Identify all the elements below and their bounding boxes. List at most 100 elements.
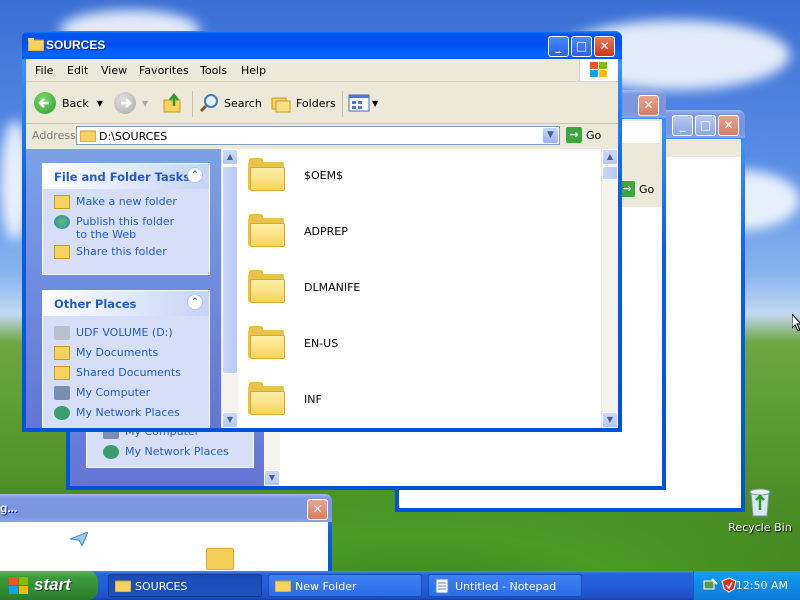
scroll-down-arrow[interactable]: ▼ — [222, 412, 238, 428]
tasks-panel-header[interactable]: File and Folder Tasks ⌃ — [43, 164, 209, 189]
folders-button[interactable]: Folders — [270, 91, 336, 115]
close-button[interactable]: ✕ — [718, 115, 739, 136]
windows-logo — [579, 59, 618, 81]
address-value: D:\SOURCES — [99, 130, 168, 143]
taskbar-button-notepad[interactable]: Untitled - Notepad — [428, 574, 582, 597]
taskbar-button-sources[interactable]: SOURCES — [108, 574, 262, 597]
share-folder-icon — [54, 245, 70, 259]
task-pane: File and Folder Tasks ⌃ Make a new folde… — [26, 149, 238, 428]
task-make-new-folder[interactable]: Make a new folder — [54, 195, 177, 209]
network-tray-icon[interactable] — [702, 577, 718, 593]
folder-icon — [115, 580, 131, 592]
folder-title-icon — [28, 38, 44, 51]
folder-item[interactable]: DLMANIFE — [248, 267, 360, 307]
scroll-up-arrow[interactable]: ▲ — [602, 149, 618, 165]
address-input[interactable]: D:\SOURCES ▼ — [76, 126, 560, 145]
security-shield-icon[interactable] — [721, 577, 737, 593]
documents-folder-icon — [54, 346, 70, 360]
close-button[interactable]: ✕ — [307, 499, 328, 520]
middle-window-logo-area — [620, 121, 660, 143]
go-button[interactable]: → Go — [566, 127, 601, 143]
places-item-network[interactable]: My Network Places — [103, 445, 229, 459]
task-publish-folder[interactable]: Publish this folder to the Web — [54, 215, 194, 241]
toolbar: Back ▼ ▼ Search Folders ▼ — [26, 83, 618, 124]
maximize-button[interactable]: □ — [571, 36, 592, 57]
task-pane-scrollbar[interactable]: ▲ ▼ — [221, 149, 238, 428]
up-folder-button[interactable] — [162, 91, 184, 115]
scroll-thumb[interactable] — [222, 166, 238, 374]
places-item-udf-volume[interactable]: UDF VOLUME (D:) — [54, 326, 173, 340]
places-item-my-documents[interactable]: My Documents — [54, 346, 158, 360]
main-window[interactable]: SOURCES _ □ ✕ File Edit View Favorites T… — [22, 31, 622, 432]
file-folder-tasks-panel: File and Folder Tasks ⌃ Make a new folde… — [42, 163, 210, 275]
bottom-window-titlebar[interactable]: g... — [0, 494, 332, 522]
up-folder-icon — [163, 92, 181, 113]
clock[interactable]: 12:50 AM — [736, 579, 788, 592]
recycle-bin-icon — [749, 488, 771, 517]
places-item-my-network-places[interactable]: My Network Places — [54, 406, 180, 420]
scroll-up-arrow[interactable]: ▲ — [222, 149, 238, 165]
folder-item[interactable]: INF — [248, 379, 322, 419]
menu-edit[interactable]: Edit — [67, 64, 88, 77]
collapse-chevron-icon[interactable]: ⌃ — [187, 167, 203, 183]
folder-content-pane: $OEM$ ADPREP DLMANIFE EN-US INF — [238, 149, 602, 428]
menu-tools[interactable]: Tools — [200, 64, 227, 77]
forward-arrow-icon — [114, 92, 136, 114]
close-button[interactable]: ✕ — [638, 95, 659, 116]
other-places-panel: Other Places ⌃ UDF VOLUME (D:) My Docume… — [42, 290, 210, 428]
folder-icon — [206, 548, 234, 570]
toolbar-separator — [342, 91, 343, 117]
folder-icon — [248, 382, 286, 416]
folders-icon — [271, 97, 291, 113]
collapse-chevron-icon[interactable]: ⌃ — [187, 294, 203, 310]
scroll-thumb[interactable] — [602, 166, 618, 180]
scroll-down-arrow[interactable]: ▼ — [264, 470, 280, 486]
menu-help[interactable]: Help — [241, 64, 266, 77]
new-folder-icon — [54, 195, 70, 209]
publish-web-icon — [54, 215, 70, 229]
views-button[interactable]: ▼ — [348, 91, 378, 115]
places-item-my-computer[interactable]: My Computer — [54, 386, 150, 400]
folder-item[interactable]: EN-US — [248, 323, 338, 363]
scroll-down-arrow[interactable]: ▼ — [602, 412, 618, 428]
places-item-shared-documents[interactable]: Shared Documents — [54, 366, 181, 380]
menu-favorites[interactable]: Favorites — [139, 64, 189, 77]
menu-view[interactable]: View — [101, 64, 127, 77]
back-dropdown-icon[interactable]: ▼ — [97, 99, 103, 108]
computer-icon — [54, 386, 70, 400]
views-icon — [348, 94, 370, 112]
minimize-button[interactable]: _ — [548, 36, 569, 57]
drive-icon — [54, 326, 70, 340]
views-dropdown-icon: ▼ — [372, 98, 379, 108]
start-button[interactable]: start — [0, 571, 98, 600]
minimize-button[interactable]: _ — [672, 115, 693, 136]
taskbar: start SOURCES New Folder Untitled - Note… — [0, 571, 800, 600]
address-dropdown-button[interactable]: ▼ — [543, 128, 558, 143]
back-button[interactable]: Back ▼ — [34, 91, 103, 115]
places-panel-header[interactable]: Other Places ⌃ — [43, 291, 209, 316]
close-button[interactable]: ✕ — [594, 36, 615, 57]
maximize-button[interactable]: □ — [695, 115, 716, 136]
network-globe-icon — [103, 445, 119, 459]
notepad-icon — [435, 578, 449, 594]
middle-go-button[interactable]: → Go — [619, 181, 654, 197]
paper-plane-icon — [70, 532, 88, 546]
forward-button[interactable]: ▼ — [114, 91, 148, 115]
folder-icon — [248, 158, 286, 192]
shared-folder-icon — [54, 366, 70, 380]
back-arrow-icon — [34, 92, 56, 114]
folder-item[interactable]: ADPREP — [248, 211, 348, 251]
recycle-bin-label: Recycle Bin — [728, 521, 792, 534]
go-arrow-icon: → — [566, 127, 582, 143]
content-scrollbar[interactable]: ▲ ▼ — [601, 149, 618, 428]
search-icon — [199, 94, 218, 113]
search-button[interactable]: Search — [198, 91, 262, 115]
menu-file[interactable]: File — [35, 64, 53, 77]
folder-icon — [275, 580, 291, 592]
task-share-folder[interactable]: Share this folder — [54, 245, 167, 259]
folder-item[interactable]: $OEM$ — [248, 155, 343, 195]
address-bar: Address D:\SOURCES ▼ → Go — [26, 124, 618, 148]
windows-flag-icon — [9, 577, 28, 594]
main-window-titlebar[interactable]: SOURCES — [22, 31, 622, 59]
taskbar-button-new-folder[interactable]: New Folder — [268, 574, 422, 597]
